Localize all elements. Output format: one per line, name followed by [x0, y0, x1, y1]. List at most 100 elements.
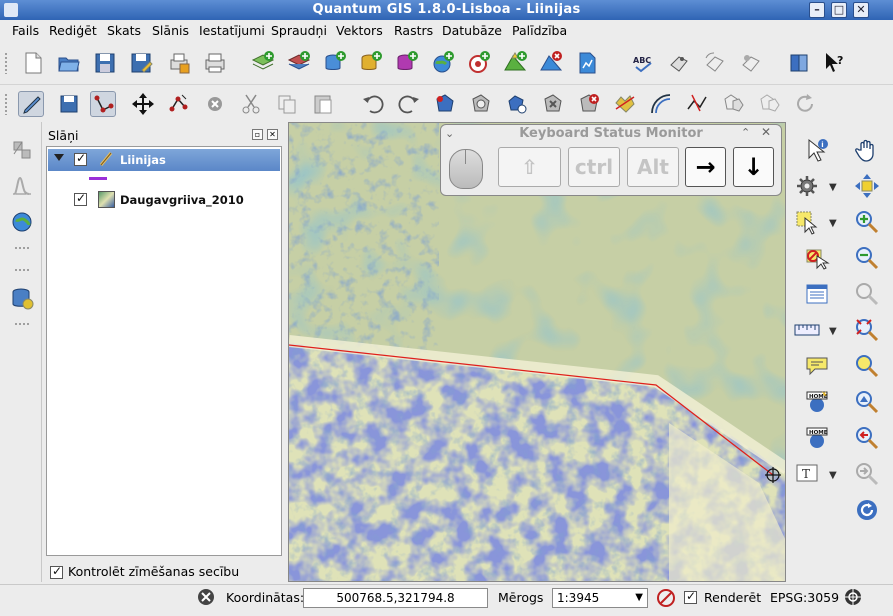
dropdown-caret-icon[interactable]: ▼ [829, 470, 837, 481]
attribute-table-icon[interactable] [803, 280, 831, 308]
dropdown-caret-icon[interactable]: ▼ [829, 182, 837, 193]
actions-gear-icon[interactable] [793, 172, 821, 200]
menu-slanis[interactable]: Slānis [152, 23, 189, 38]
offset-curve-icon[interactable] [648, 91, 674, 117]
menu-palidziba[interactable]: Palīdzība [512, 23, 567, 38]
menu-spraudni[interactable]: Spraudņi [271, 23, 327, 38]
reshape-features-icon[interactable] [612, 91, 638, 117]
save-project-icon[interactable] [92, 50, 118, 76]
crs-label[interactable]: EPSG:3059 [770, 590, 839, 605]
add-ring-icon[interactable] [468, 91, 494, 117]
close-panel-button[interactable]: ✕ [267, 129, 278, 140]
help-contents-icon[interactable] [786, 50, 812, 76]
globe-icon[interactable] [8, 208, 36, 236]
render-order-checkbox[interactable] [50, 564, 63, 579]
move-feature-icon[interactable] [130, 91, 156, 117]
float-panel-button[interactable]: ▫ [252, 129, 263, 140]
toggle-editing-icon[interactable] [18, 91, 44, 117]
add-delimited-text-layer-icon[interactable] [502, 50, 528, 76]
add-wms-layer-icon[interactable] [430, 50, 456, 76]
copy-features-icon[interactable] [274, 91, 300, 117]
new-project-icon[interactable] [20, 50, 46, 76]
maximize-button[interactable]: □ [831, 2, 847, 18]
simplify-feature-icon[interactable] [432, 91, 458, 117]
remove-layer-icon[interactable] [538, 50, 564, 76]
identify-icon[interactable]: i [803, 136, 831, 164]
menu-rediget[interactable]: Rediģēt [49, 23, 97, 38]
dropdown-caret-icon[interactable]: ▼ [829, 218, 837, 229]
menu-fails[interactable]: Fails [12, 23, 39, 38]
layer-visibility-checkbox[interactable] [74, 151, 87, 166]
change-label-icon[interactable] [738, 50, 764, 76]
zoom-to-selection-icon[interactable] [853, 316, 881, 344]
pan-to-selection-icon[interactable] [853, 172, 881, 200]
stop-rendering-icon[interactable] [656, 588, 676, 608]
scale-combo[interactable]: 1:3945 ▼ [552, 588, 648, 608]
zoom-last-icon[interactable] [853, 424, 881, 452]
composer-manager-icon[interactable] [202, 50, 228, 76]
menu-skats[interactable]: Skats [107, 23, 141, 38]
add-postgis-layer-icon[interactable] [322, 50, 348, 76]
coordinates-field[interactable]: 500768.5,321794.8 [303, 588, 488, 608]
add-wfs-layer-icon[interactable] [466, 50, 492, 76]
add-vector-layer-icon[interactable] [250, 50, 276, 76]
toolbar-grip[interactable] [4, 52, 8, 74]
deselect-features-icon[interactable] [803, 244, 831, 272]
menu-datubaze[interactable]: Datubāze [442, 23, 502, 38]
add-part-icon[interactable] [504, 91, 530, 117]
zoom-in-icon[interactable] [853, 208, 881, 236]
render-checkbox[interactable] [684, 589, 697, 604]
new-shapefile-icon[interactable] [574, 50, 600, 76]
measure-line-icon[interactable] [793, 316, 821, 344]
database-manager-icon[interactable] [8, 284, 36, 312]
add-spatialite-layer-icon[interactable] [358, 50, 384, 76]
zoom-out-icon[interactable] [853, 244, 881, 272]
pan-hand-icon[interactable] [853, 136, 881, 164]
crs-status-icon[interactable] [843, 587, 863, 607]
delete-part-icon[interactable] [576, 91, 602, 117]
layer-visibility-checkbox[interactable] [74, 191, 87, 206]
layer-row-liinijas[interactable]: Liinijas [48, 149, 280, 171]
delete-selected-icon[interactable] [202, 91, 228, 117]
merge-features-icon[interactable] [720, 91, 746, 117]
open-project-icon[interactable] [56, 50, 82, 76]
zoom-full-icon[interactable] [853, 280, 881, 308]
move-label-icon[interactable] [666, 50, 692, 76]
add-raster-layer-icon[interactable] [286, 50, 312, 76]
menu-vektors[interactable]: Vektors [336, 23, 383, 38]
menu-rastrs[interactable]: Rastrs [394, 23, 433, 38]
chevron-down-icon[interactable]: ▼ [635, 589, 643, 607]
zoom-next-icon[interactable] [853, 460, 881, 488]
layer-row-daugavgriiva[interactable]: Daugavgriiva_2010 [48, 189, 280, 211]
layer-tree[interactable]: Liinijas Daugavgriiva_2010 [46, 146, 282, 556]
rotate-label-icon[interactable] [702, 50, 728, 76]
redo-icon[interactable] [396, 91, 422, 117]
spell-check-icon[interactable]: ABC [630, 50, 656, 76]
split-features-icon[interactable] [684, 91, 710, 117]
save-as-icon[interactable] [128, 50, 154, 76]
select-features-icon[interactable] [793, 208, 821, 236]
dropdown-caret-icon[interactable]: ▼ [829, 326, 837, 337]
select-by-location-icon[interactable] [8, 136, 36, 164]
refresh-icon[interactable] [853, 496, 881, 524]
zoom-to-layer-icon[interactable] [853, 352, 881, 380]
merge-attributes-icon[interactable] [756, 91, 782, 117]
rotate-symbols-icon[interactable] [792, 91, 818, 117]
menu-iestatijumi[interactable]: Iestatījumi [199, 23, 265, 38]
save-layer-edits-icon[interactable] [56, 91, 82, 117]
add-mssql-layer-icon[interactable] [394, 50, 420, 76]
whats-this-icon[interactable]: ? [822, 50, 848, 76]
map-tips-icon[interactable] [803, 352, 831, 380]
collapse-arrow-icon[interactable] [54, 154, 64, 161]
delete-ring-icon[interactable] [540, 91, 566, 117]
print-composer-icon[interactable] [166, 50, 192, 76]
node-tool-icon[interactable] [166, 91, 192, 117]
paste-features-icon[interactable] [310, 91, 336, 117]
cut-features-icon[interactable] [238, 91, 264, 117]
zoom-native-icon[interactable] [853, 388, 881, 416]
coordinate-toggle-icon[interactable] [196, 587, 216, 607]
shade-icon[interactable]: ⌃ [741, 126, 750, 139]
minimize-button[interactable]: – [809, 2, 825, 18]
add-feature-line-icon[interactable] [90, 91, 116, 117]
toolbar-grip[interactable] [4, 93, 8, 115]
